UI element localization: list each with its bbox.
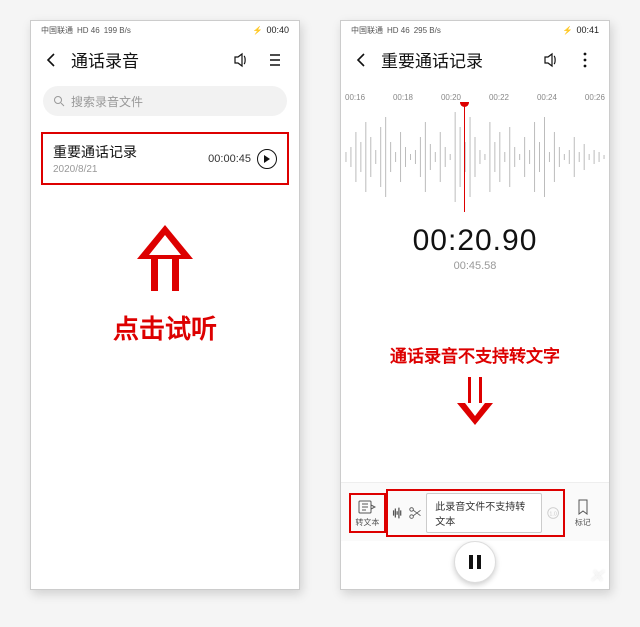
- ruler-tick: 00:22: [489, 93, 509, 102]
- ruler-tick: 00:26: [585, 93, 605, 102]
- transcribe-icon: [358, 499, 376, 515]
- transcribe-button[interactable]: 转文本: [349, 493, 386, 533]
- equalizer-icon: [390, 505, 404, 521]
- phone-left: 中国联通 HD 46 199 B/s ⚡ 00:40 通话录音 搜索录音文件 重…: [30, 20, 300, 590]
- status-bar: 中国联通 HD 46 199 B/s ⚡ 00:40: [31, 21, 299, 39]
- status-bar: 中国联通 HD 46 295 B/s ⚡ 00:41: [341, 21, 609, 39]
- speaker-icon[interactable]: [229, 48, 253, 72]
- app-bar: 通话录音: [31, 39, 299, 80]
- bookmark-label: 标记: [575, 517, 591, 528]
- network-label: HD 46: [387, 26, 410, 35]
- speed-label: 295 B/s: [414, 26, 441, 35]
- ruler-tick: 00:16: [345, 93, 365, 102]
- recording-duration: 00:00:45: [208, 153, 251, 165]
- waveform-svg: [341, 102, 609, 212]
- watermark: ✕: [589, 566, 603, 587]
- annotation-text: 点击试听: [113, 309, 217, 346]
- carrier-label: 中国联通: [41, 25, 73, 36]
- current-time: 00:20.90: [341, 224, 609, 258]
- bookmark-button[interactable]: 标记: [565, 493, 601, 533]
- clock-label: 00:40: [266, 25, 289, 35]
- waveform-display[interactable]: [341, 102, 609, 212]
- transcribe-label: 转文本: [355, 517, 379, 528]
- battery-icon: ⚡: [253, 26, 263, 35]
- clock-label: 00:41: [576, 25, 599, 35]
- recording-name: 重要通话记录: [53, 142, 137, 162]
- speed-label: 199 B/s: [104, 26, 131, 35]
- play-icon: [263, 155, 271, 163]
- bookmark-icon: [576, 499, 590, 515]
- back-button[interactable]: [43, 51, 61, 69]
- player-toolbar: 转文本 此录音文件不支持转文本 1.0 标记: [341, 482, 609, 541]
- app-bar: 重要通话记录: [341, 39, 609, 80]
- speed-icon: 1.0: [546, 505, 560, 521]
- annotation-arrow-down: [457, 377, 493, 425]
- toast-message: 此录音文件不支持转文本: [426, 493, 542, 533]
- phone-right: 中国联通 HD 46 295 B/s ⚡ 00:41 重要通话记录 00:16 …: [340, 20, 610, 590]
- more-icon[interactable]: [573, 48, 597, 72]
- play-button[interactable]: [257, 149, 277, 169]
- battery-icon: ⚡: [563, 26, 573, 35]
- annotation-text: 通话录音不支持转文字: [341, 342, 609, 367]
- scissors-icon: [408, 505, 422, 521]
- search-placeholder: 搜索录音文件: [71, 93, 143, 110]
- pause-icon: [469, 555, 481, 569]
- time-ruler: 00:16 00:18 00:20 00:22 00:24 00:26: [341, 80, 609, 102]
- network-label: HD 46: [77, 26, 100, 35]
- page-title: 重要通话记录: [381, 47, 529, 72]
- list-icon[interactable]: [263, 48, 287, 72]
- playhead-indicator[interactable]: [464, 102, 465, 212]
- search-icon: [53, 95, 65, 107]
- carrier-label: 中国联通: [351, 25, 383, 36]
- svg-text:1.0: 1.0: [550, 512, 557, 518]
- recording-list-item[interactable]: 重要通话记录 2020/8/21 00:00:45: [41, 132, 289, 185]
- total-time: 00:45.58: [341, 260, 609, 272]
- ruler-tick: 00:18: [393, 93, 413, 102]
- toast-highlight: 此录音文件不支持转文本 1.0: [386, 489, 565, 537]
- speaker-icon[interactable]: [539, 48, 563, 72]
- ruler-tick: 00:20: [441, 93, 461, 102]
- time-display: 00:20.90 00:45.58: [341, 224, 609, 272]
- page-title: 通话录音: [71, 47, 219, 72]
- ruler-tick: 00:24: [537, 93, 557, 102]
- pause-button[interactable]: [454, 541, 496, 583]
- back-button[interactable]: [353, 51, 371, 69]
- annotation-arrow-up: 点击试听: [31, 225, 299, 346]
- recording-date: 2020/8/21: [53, 164, 137, 175]
- search-input[interactable]: 搜索录音文件: [43, 86, 287, 116]
